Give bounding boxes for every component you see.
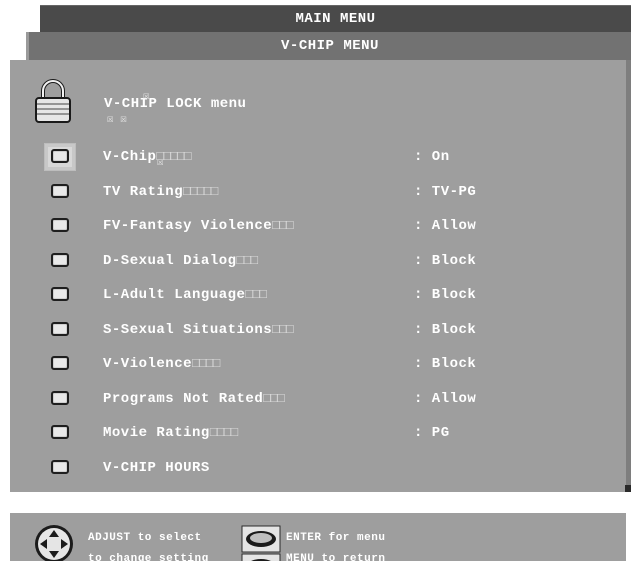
menu-item-placeholder-glyphs: □□□ bbox=[272, 218, 293, 233]
panel-right-edge bbox=[626, 60, 631, 492]
tv-chip-icon-shape bbox=[51, 356, 69, 370]
menu-item-value[interactable]: : TV-PG bbox=[414, 184, 476, 200]
dpad-icon bbox=[35, 525, 73, 561]
help-menu-text: MENU to return bbox=[286, 553, 386, 561]
menu-item-3[interactable]: D-Sexual Dialog□□□ : Block bbox=[10, 245, 626, 277]
menu-item-label: Programs Not Rated□□□ bbox=[103, 391, 285, 407]
menu-item-value[interactable]: : PG bbox=[414, 425, 450, 441]
menu-item-label-text: FV-Fantasy Violence bbox=[103, 218, 273, 234]
help-adjust-text: ADJUST to select bbox=[88, 532, 202, 544]
menu-item-label: D-Sexual Dialog□□□ bbox=[103, 253, 258, 269]
menu-item-placeholder-glyphs: □□□ bbox=[245, 287, 266, 302]
menu-item-value[interactable]: : Block bbox=[414, 287, 476, 303]
menu-item-value[interactable]: : On bbox=[414, 149, 450, 165]
menu-item-value[interactable]: : Block bbox=[414, 253, 476, 269]
menu-button-icon bbox=[241, 553, 281, 561]
tv-chip-icon-shape bbox=[51, 218, 69, 232]
menu-item-2[interactable]: FV-Fantasy Violence□□□ : Allow bbox=[10, 210, 626, 242]
menu-item-label-text: D-Sexual Dialog bbox=[103, 253, 237, 269]
menu-item-5[interactable]: S-Sexual Situations□□□ : Block bbox=[10, 314, 626, 346]
tv-chip-icon bbox=[45, 386, 75, 412]
menu-item-label: V-Violence□□□□ bbox=[103, 356, 220, 372]
menu-item-0[interactable]: V-Chip□□□□□ : On ☒ bbox=[10, 141, 626, 173]
tv-chip-icon-shape bbox=[51, 184, 69, 198]
menu-item-label-text: TV Rating bbox=[103, 184, 184, 200]
menu-item-label-text: L-Adult Language bbox=[103, 287, 246, 303]
tv-chip-icon-shape bbox=[51, 425, 69, 439]
tv-chip-icon bbox=[45, 420, 75, 446]
menu-item-label: TV Rating□□□□□ bbox=[103, 184, 218, 200]
menu-item-placeholder-glyphs: □□□□□ bbox=[183, 184, 218, 199]
menu-item-placeholder-glyphs: □□□□ bbox=[192, 356, 220, 371]
menu-item-label-text: V-CHIP HOURS bbox=[103, 460, 210, 476]
tv-chip-icon bbox=[45, 455, 75, 481]
tv-chip-icon-shape bbox=[51, 149, 69, 163]
menu-item-9[interactable]: V-CHIP HOURS bbox=[10, 452, 626, 484]
menu-item-placeholder-glyphs: □□□ bbox=[236, 253, 258, 268]
menu-item-value[interactable]: : Block bbox=[414, 322, 476, 338]
tv-chip-icon bbox=[45, 351, 75, 377]
menu-item-label: S-Sexual Situations□□□ bbox=[103, 322, 294, 338]
menu-item-7[interactable]: Programs Not Rated□□□ : Allow bbox=[10, 383, 626, 415]
menu-item-1[interactable]: TV Rating□□□□□ : TV-PG bbox=[10, 176, 626, 208]
menu-item-4[interactable]: L-Adult Language□□□ : Block bbox=[10, 279, 626, 311]
menu-item-value[interactable]: : Allow bbox=[414, 218, 476, 234]
vchip-settings-list: V-Chip□□□□□: On ☒ TV Rating□□□□□: TV-PG FV-… bbox=[10, 0, 626, 561]
tv-chip-icon-shape bbox=[51, 253, 69, 267]
menu-item-label-text: Programs Not Rated bbox=[103, 391, 264, 407]
tv-chip-icon bbox=[45, 317, 75, 343]
tv-chip-icon bbox=[45, 248, 75, 274]
menu-item-6[interactable]: V-Violence□□□□ : Block bbox=[10, 348, 626, 380]
help-enter-text: ENTER for menu bbox=[286, 532, 386, 544]
menu-item-placeholder-glyphs: □□□□ bbox=[209, 425, 238, 440]
tv-chip-icon bbox=[45, 213, 75, 239]
help-bar: ADJUST to select to change setting ENTER… bbox=[10, 513, 626, 561]
tv-chip-icon-shape bbox=[51, 391, 69, 405]
menu-item-label-text: V-Violence bbox=[103, 356, 193, 372]
menu-item-label: FV-Fantasy Violence□□□ bbox=[103, 218, 294, 234]
menu-item-label-text: V-Chip bbox=[103, 149, 157, 165]
tv-chip-icon-shape bbox=[51, 460, 69, 474]
menu-item-placeholder-glyphs: □□□ bbox=[263, 391, 284, 406]
menu-item-placeholder-glyphs: □□□ bbox=[272, 322, 293, 337]
enter-button-icon bbox=[241, 525, 281, 553]
tv-chip-icon-shape bbox=[51, 322, 69, 336]
menu-item-label: L-Adult Language□□□ bbox=[103, 287, 267, 303]
menu-item-label-text: Movie Rating bbox=[103, 425, 210, 441]
menu-item-value[interactable]: : Allow bbox=[414, 391, 476, 407]
help-change-text: to change setting bbox=[88, 553, 209, 561]
menu-item-label: Movie Rating□□□□ bbox=[103, 425, 238, 441]
menu-item-8[interactable]: Movie Rating□□□□ : PG bbox=[10, 417, 626, 449]
tv-chip-icon-shape bbox=[51, 287, 69, 301]
menu-item-value[interactable]: : Block bbox=[414, 356, 476, 372]
tv-chip-icon bbox=[45, 144, 75, 170]
menu-item-label-text: S-Sexual Situations bbox=[103, 322, 273, 338]
menu-item-label: V-CHIP HOURS bbox=[103, 460, 210, 476]
tv-chip-icon bbox=[45, 282, 75, 308]
menu-item-label: V-Chip□□□□□ bbox=[103, 149, 191, 165]
selected-overlay-glyph: ☒ bbox=[157, 155, 164, 168]
tv-chip-icon bbox=[45, 179, 75, 205]
